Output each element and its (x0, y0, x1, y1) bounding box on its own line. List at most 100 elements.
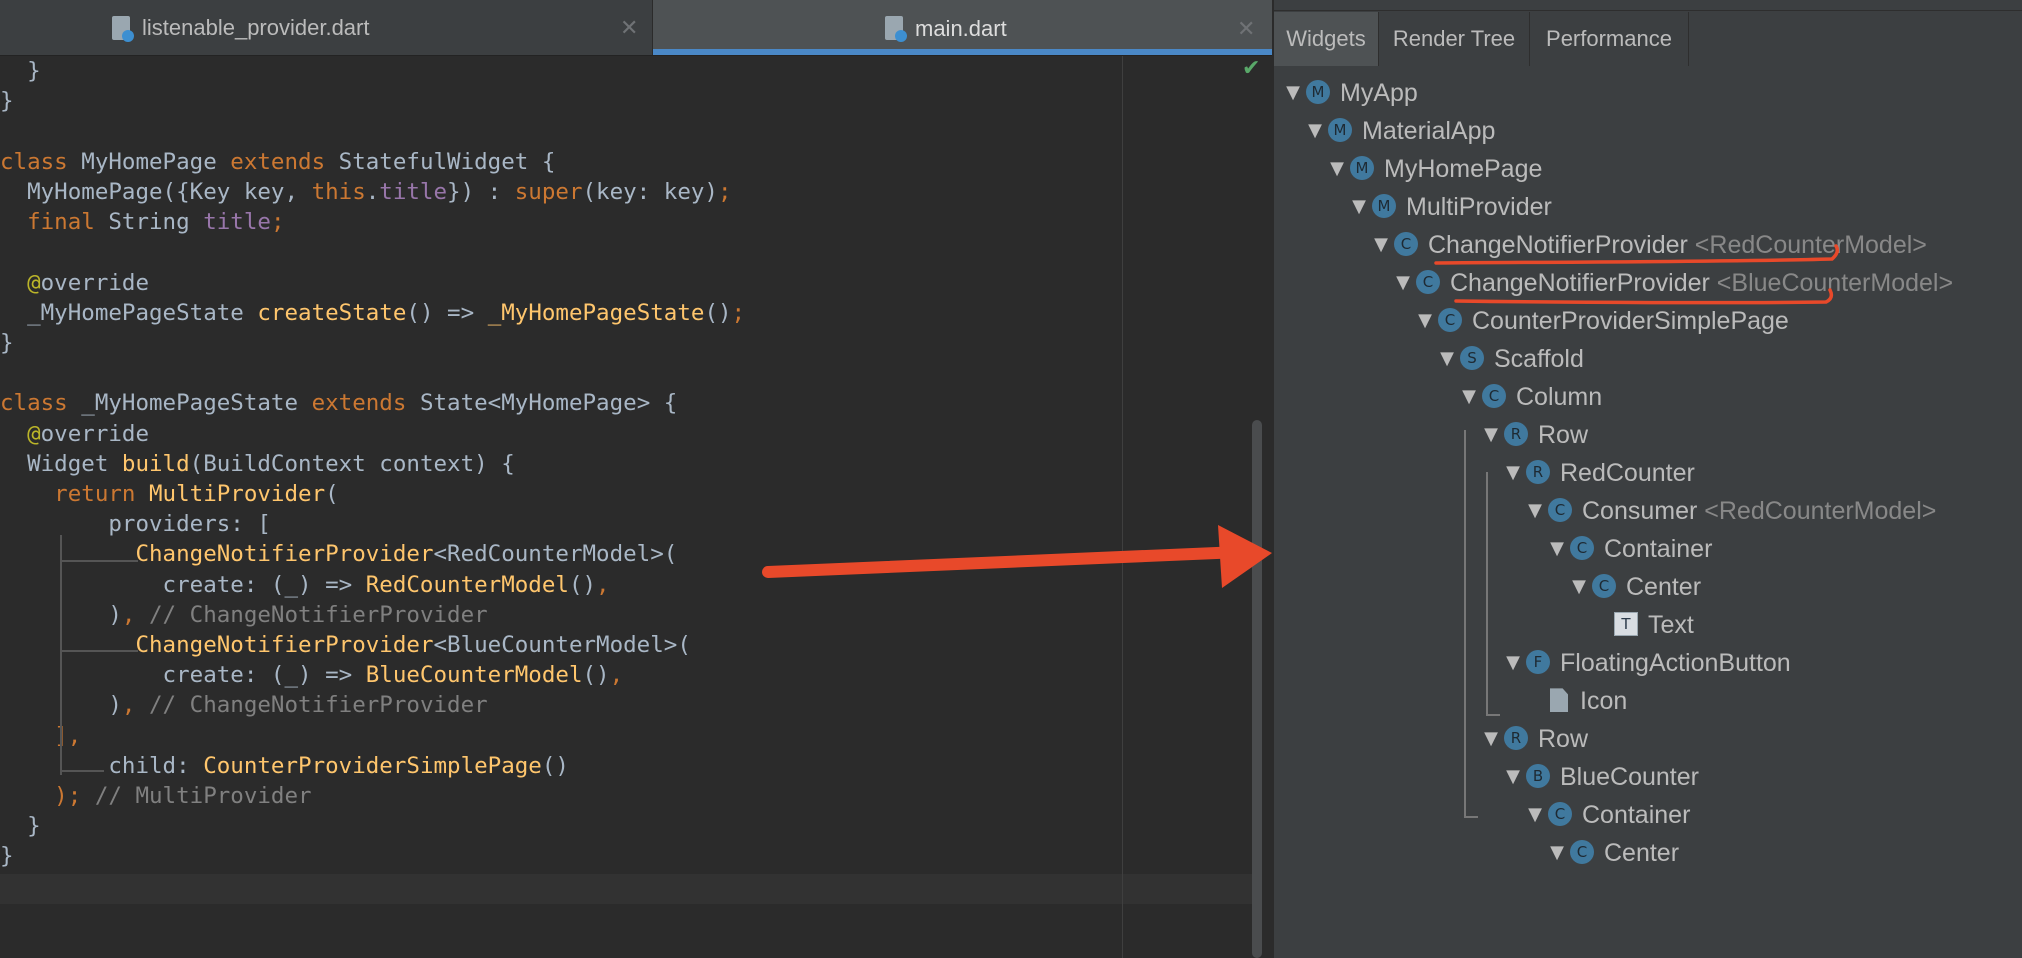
tree-node[interactable]: ▼ R Row (1480, 722, 1588, 756)
code-token: } (0, 843, 14, 870)
expand-arrow-icon[interactable]: ▼ (1348, 190, 1370, 224)
tree-node[interactable]: ▼ M MyApp (1282, 76, 1418, 110)
dart-file-icon (885, 16, 907, 42)
tree-connector (1464, 430, 1466, 816)
expand-arrow-icon[interactable]: ▼ (1480, 722, 1502, 756)
code-token: create: (_) => (0, 662, 366, 689)
tree-node[interactable]: ▼ C Column (1458, 380, 1602, 414)
tree-node[interactable]: ▼ C ChangeNotifierProvider <RedCounterMode… (1370, 228, 1927, 262)
code-token: build (121, 450, 190, 477)
widget-name: Center (1626, 573, 1702, 601)
expand-arrow-icon[interactable]: ▼ (1458, 380, 1480, 414)
code-line: ); // MultiProvider (0, 781, 311, 811)
tree-node[interactable]: T Text (1590, 608, 1694, 642)
analysis-ok-icon: ✔ (1242, 56, 1261, 81)
tab-listenable-provider[interactable]: listenable_provider.dart ✕ (0, 0, 652, 55)
expand-arrow-icon[interactable]: ▼ (1282, 76, 1304, 110)
expand-arrow-icon[interactable]: ▼ (1326, 152, 1348, 186)
tree-node[interactable]: ▼ C Container (1524, 798, 1690, 832)
widget-name: ChangeNotifierProvider (1450, 269, 1710, 297)
widget-badge-icon: R (1504, 422, 1528, 447)
code-token: <BlueCounterModel>( (433, 632, 691, 658)
expand-arrow-icon[interactable]: ▼ (1546, 532, 1568, 566)
text-widget-icon: T (1614, 612, 1638, 637)
expand-arrow-icon[interactable]: ▼ (1546, 836, 1568, 870)
tab-main[interactable]: main.dart ✕ (653, 0, 1272, 55)
code-token: <RedCounterModel>( (433, 541, 678, 568)
code-token: _MyHomePageState (81, 390, 312, 417)
code-token: extends (230, 148, 339, 175)
tree-node[interactable]: ▼ M MyHomePage (1326, 152, 1542, 186)
expand-arrow-icon[interactable]: ▼ (1524, 494, 1546, 528)
widget-badge-icon: M (1306, 80, 1330, 105)
tree-node[interactable]: ▼ C ChangeNotifierProvider <BlueCounterMod… (1392, 266, 1953, 300)
code-token: ; (717, 179, 732, 205)
expand-arrow-icon[interactable]: ▼ (1502, 760, 1524, 794)
widget-name: Scaffold (1494, 345, 1584, 373)
code-token: ); (0, 783, 95, 809)
code-token: , (596, 571, 610, 598)
editor-scrollbar-thumb[interactable] (1252, 420, 1262, 958)
tree-node[interactable]: ▼ C Center (1568, 570, 1701, 604)
code-token: () (704, 299, 732, 326)
tree-node[interactable]: ▼ C Center (1546, 836, 1679, 870)
expand-arrow-icon[interactable]: ▼ (1436, 342, 1458, 376)
widget-badge-icon: C (1438, 308, 1462, 333)
tree-node[interactable]: ▼ F FloatingActionButton (1502, 646, 1791, 680)
code-token: () (582, 662, 610, 689)
tree-node[interactable]: ▼ S Scaffold (1436, 342, 1584, 376)
widget-name: MaterialApp (1362, 117, 1496, 145)
code-token: , (121, 601, 150, 628)
expand-arrow-icon[interactable]: ▼ (1524, 798, 1546, 832)
code-token: StatefulWidget { (338, 148, 556, 175)
code-token: create: (_) => (0, 571, 366, 598)
code-token: , (121, 692, 150, 719)
expand-arrow-icon[interactable]: ▼ (1304, 114, 1326, 148)
tree-node[interactable]: ▼ R RedCounter (1502, 456, 1695, 490)
tree-node[interactable]: ▼ B BlueCounter (1502, 760, 1699, 794)
inspector-tabs: Widgets Render Tree Performance (1274, 12, 2022, 66)
widget-badge-icon: F (1526, 650, 1550, 675)
code-line: } (0, 841, 14, 871)
tree-node[interactable]: ▼ R Row (1480, 418, 1588, 452)
code-line: providers: [ (0, 509, 271, 539)
widget-name: ChangeNotifierProvider (1428, 231, 1688, 259)
widget-name: MyApp (1340, 79, 1418, 107)
code-token: class (0, 148, 82, 175)
code-line: } (0, 328, 14, 358)
code-token: ( (325, 481, 339, 507)
tree-node[interactable]: ▼ C Container (1546, 532, 1712, 566)
widget-name: MyHomePage (1384, 155, 1543, 183)
tree-node[interactable]: ▼ C Consumer <RedCounterModel> (1524, 494, 1936, 528)
code-line: _MyHomePageState createState() => _MyHom… (0, 298, 745, 328)
tree-node[interactable]: ▼ M MultiProvider (1348, 190, 1552, 224)
expand-arrow-icon[interactable]: ▼ (1480, 418, 1502, 452)
code-line: create: (_) => BlueCounterModel(), (0, 660, 624, 690)
expand-arrow-icon[interactable]: ▼ (1502, 456, 1524, 490)
expand-arrow-icon[interactable]: ▼ (1502, 646, 1524, 680)
code-line: MyHomePage({Key key, this.title}) : supe… (0, 177, 732, 207)
expand-arrow-icon[interactable]: ▼ (1414, 304, 1436, 338)
tree-node[interactable]: ▼ C CounterProviderSimplePage (1414, 304, 1789, 338)
close-icon[interactable]: ✕ (1237, 0, 1255, 58)
code-line: create: (_) => RedCounterModel(), (0, 570, 610, 600)
code-token: State<MyHomePage> { (419, 390, 678, 417)
widget-name: Row (1538, 725, 1589, 753)
expand-arrow-icon[interactable]: ▼ (1568, 570, 1590, 604)
widget-badge-icon: R (1526, 460, 1550, 485)
widget-name: Container (1604, 535, 1713, 563)
tab-performance[interactable]: Performance (1530, 12, 1689, 66)
widget-badge-icon: C (1482, 384, 1506, 409)
tree-node[interactable]: ▼ M MaterialApp (1304, 114, 1495, 148)
tab-render-tree[interactable]: Render Tree (1379, 12, 1530, 66)
expand-arrow-icon[interactable]: ▼ (1370, 228, 1392, 262)
code-editor[interactable]: ), // MaterialApp }}class MyHomePage ext… (0, 0, 1272, 958)
widget-badge-icon: C (1548, 802, 1572, 827)
code-token: }) : (447, 179, 515, 205)
tab-widgets[interactable]: Widgets (1274, 12, 1379, 66)
tree-node[interactable]: Icon (1524, 684, 1627, 718)
close-icon[interactable]: ✕ (620, 0, 638, 55)
code-token: @ (0, 420, 41, 447)
expand-arrow-icon[interactable]: ▼ (1392, 266, 1414, 300)
widget-badge-icon: B (1526, 764, 1550, 789)
